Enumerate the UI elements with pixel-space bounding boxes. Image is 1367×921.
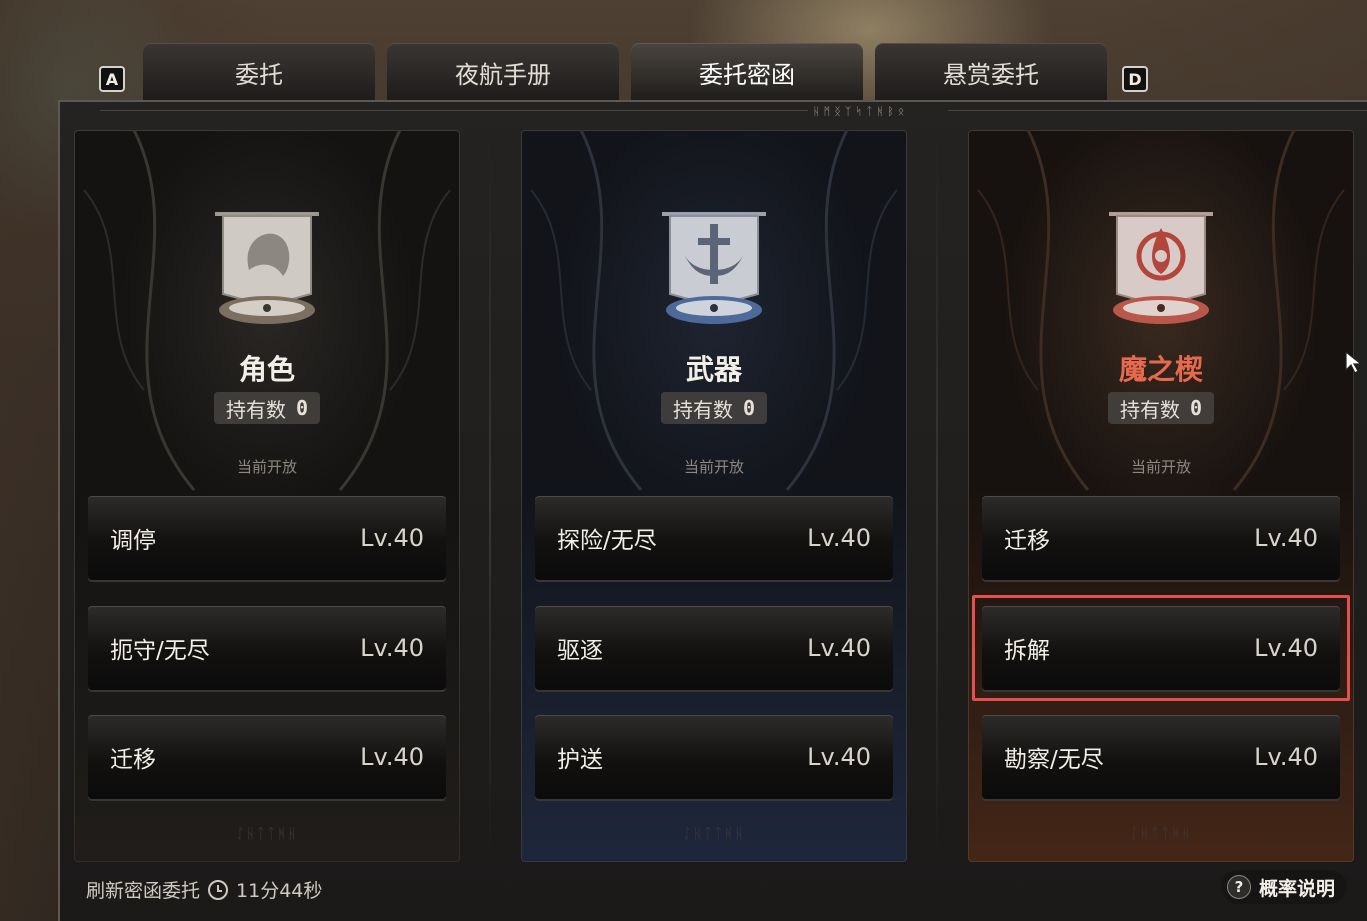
mission-name: 勘察/无尽 (1004, 747, 1104, 773)
tab-bounty-commission[interactable]: 悬赏委托 (875, 43, 1107, 101)
decorative-rune: ᛇᚺᛏᛏᚻᚺ (1129, 826, 1193, 842)
availability-status: 当前开放 (236, 458, 297, 476)
mission-button[interactable]: 扼守/无尽 Lv.40 (88, 606, 446, 690)
mission-level: Lv.40 (360, 634, 424, 662)
mission-level: Lv.40 (1254, 524, 1318, 552)
character-silhouette-icon (215, 212, 319, 324)
refresh-timer: 11分44秒 (236, 880, 323, 902)
mission-level: Lv.40 (1254, 743, 1318, 771)
column-separator (936, 140, 938, 860)
decorative-rune-top: ᚺᛗᛝᛉᛋᛏᚻᛒᛟ (813, 105, 909, 118)
mouse-cursor-icon (1345, 350, 1363, 374)
selection-highlight (972, 595, 1350, 701)
mission-level: Lv.40 (360, 524, 424, 552)
mission-level: Lv.40 (360, 743, 424, 771)
mission-name: 迁移 (110, 747, 156, 773)
mission-button[interactable]: 迁移 Lv.40 (88, 715, 446, 799)
category-card-character: 角色 持有数 0 当前开放 调停 Lv.40 扼守/无尽 Lv.40 迁移 Lv… (74, 130, 460, 862)
mission-level: Lv.40 (807, 743, 871, 771)
mission-level: Lv.40 (807, 524, 871, 552)
owned-count: 0 (1189, 396, 1203, 420)
clock-icon (208, 879, 229, 900)
owned-count-badge: 持有数 0 (213, 392, 321, 424)
decorative-rune: ᛇᚺᛏᛏᚻᚺ (682, 826, 746, 842)
category-title: 魔之楔 (1118, 353, 1203, 386)
divider-top-left (100, 110, 808, 111)
sword-icon (662, 212, 766, 324)
probability-info-button[interactable]: ? 概率说明 (1220, 870, 1347, 904)
owned-label: 持有数 (225, 397, 286, 422)
availability-status: 当前开放 (1130, 458, 1191, 476)
decorative-rune: ᛇᚺᛏᛏᚻᚺ (235, 826, 299, 842)
tab-commission-letters[interactable]: 委托密函 (631, 43, 863, 104)
category-card-weapon: 武器 持有数 0 当前开放 探险/无尽 Lv.40 驱逐 Lv.40 护送 Lv… (521, 130, 907, 862)
owned-count: 0 (295, 396, 309, 420)
owned-count: 0 (742, 396, 756, 420)
key-hint-right[interactable]: D (1122, 66, 1148, 92)
mission-name: 扼守/无尽 (110, 638, 210, 664)
category-title: 角色 (238, 353, 295, 386)
footer-bar: 刷新密函委托 11分44秒 ? 概率说明 (74, 864, 1355, 914)
column-separator (489, 140, 491, 860)
question-icon: ? (1226, 875, 1251, 899)
mission-name: 调停 (110, 528, 156, 554)
refresh-label: 刷新密函委托 (86, 880, 201, 902)
owned-count-badge: 持有数 0 (1107, 392, 1215, 424)
triquetra-icon (1109, 212, 1213, 324)
mission-button[interactable]: 勘察/无尽 Lv.40 (982, 715, 1340, 799)
mission-button[interactable]: 驱逐 Lv.40 (535, 606, 893, 690)
refresh-info: 刷新密函委托 11分44秒 (86, 876, 322, 903)
mission-button[interactable]: 探险/无尽 Lv.40 (535, 496, 893, 580)
category-card-demon-wedge: 魔之楔 持有数 0 当前开放 迁移 Lv.40 拆解 Lv.40 勘察/无尽 L… (968, 130, 1354, 862)
mission-button[interactable]: 调停 Lv.40 (88, 496, 446, 580)
owned-label: 持有数 (1119, 397, 1180, 422)
mission-name: 驱逐 (557, 638, 603, 664)
key-hint-left[interactable]: A (99, 66, 125, 92)
owned-count-badge: 持有数 0 (660, 392, 768, 424)
mission-name: 迁移 (1004, 528, 1050, 554)
tab-night-voyage-manual[interactable]: 夜航手册 (387, 43, 619, 101)
mission-level: Lv.40 (807, 634, 871, 662)
availability-status: 当前开放 (683, 458, 744, 476)
mission-name: 护送 (557, 747, 603, 773)
mission-button[interactable]: 护送 Lv.40 (535, 715, 893, 799)
divider-top-right (948, 110, 1367, 111)
mission-name: 探险/无尽 (557, 528, 657, 554)
category-title: 武器 (685, 353, 742, 386)
mission-button[interactable]: 迁移 Lv.40 (982, 496, 1340, 580)
owned-label: 持有数 (672, 397, 733, 422)
tab-commission[interactable]: 委托 (143, 43, 375, 101)
probability-label: 概率说明 (1258, 877, 1335, 900)
